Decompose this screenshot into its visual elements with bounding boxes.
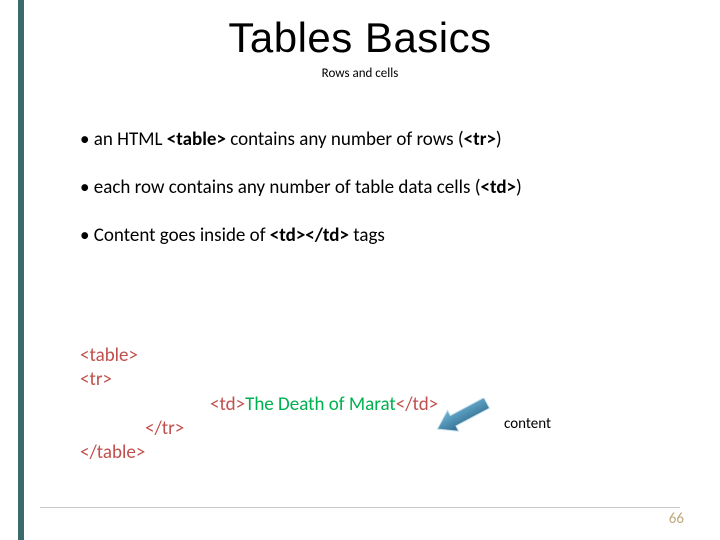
bullet-dot: •: [80, 176, 89, 200]
content-annotation: content: [504, 415, 551, 433]
bullet-3-text-b: tags: [349, 224, 385, 247]
slide-body: • an HTML <table> contains any number of…: [80, 128, 660, 271]
bullet-1-bold-a: <table>: [167, 128, 226, 151]
bullet-2: • each row contains any number of table …: [80, 176, 660, 200]
code-line-4: </tr>: [80, 417, 438, 441]
footer-rule: [40, 507, 680, 508]
bullet-3: • Content goes inside of <td></td> tags: [80, 224, 660, 248]
code-line-3: <td>The Death of Marat</td>: [80, 393, 438, 417]
code-td-open: <td>: [210, 393, 245, 416]
code-line-5: </table>: [80, 441, 438, 465]
side-accent-bar: [18, 0, 24, 540]
bullet-2-text-a: each row contains any number of table da…: [94, 176, 481, 199]
slide-title: Tables Basics: [0, 14, 720, 62]
bullet-1-bold-b: <tr>: [464, 128, 496, 151]
bullet-2-bold: <td>: [480, 176, 516, 199]
slide: Tables Basics Rows and cells • an HTML <…: [0, 0, 720, 540]
code-line-1: <table>: [80, 344, 438, 368]
code-line-2: <tr>: [80, 368, 438, 392]
bullet-1-text-b: contains any number of rows (: [226, 128, 464, 151]
slide-subtitle: Rows and cells: [0, 66, 720, 81]
code-example: <table> <tr> <td>The Death of Marat</td>…: [80, 344, 438, 466]
bullet-3-bold: <td></td>: [270, 224, 349, 247]
bullet-dot: •: [80, 128, 89, 152]
bullet-3-text-a: Content goes inside of: [94, 224, 270, 247]
bullet-2-text-b: ): [516, 176, 522, 199]
bullet-1: • an HTML <table> contains any number of…: [80, 128, 660, 152]
bullet-1-text-a: an HTML: [94, 128, 167, 151]
bullet-1-text-c: ): [496, 128, 502, 151]
page-number: 66: [669, 510, 684, 528]
arrow-icon: [432, 398, 492, 434]
bullet-dot: •: [80, 224, 89, 248]
code-td-content: The Death of Marat: [245, 393, 396, 416]
